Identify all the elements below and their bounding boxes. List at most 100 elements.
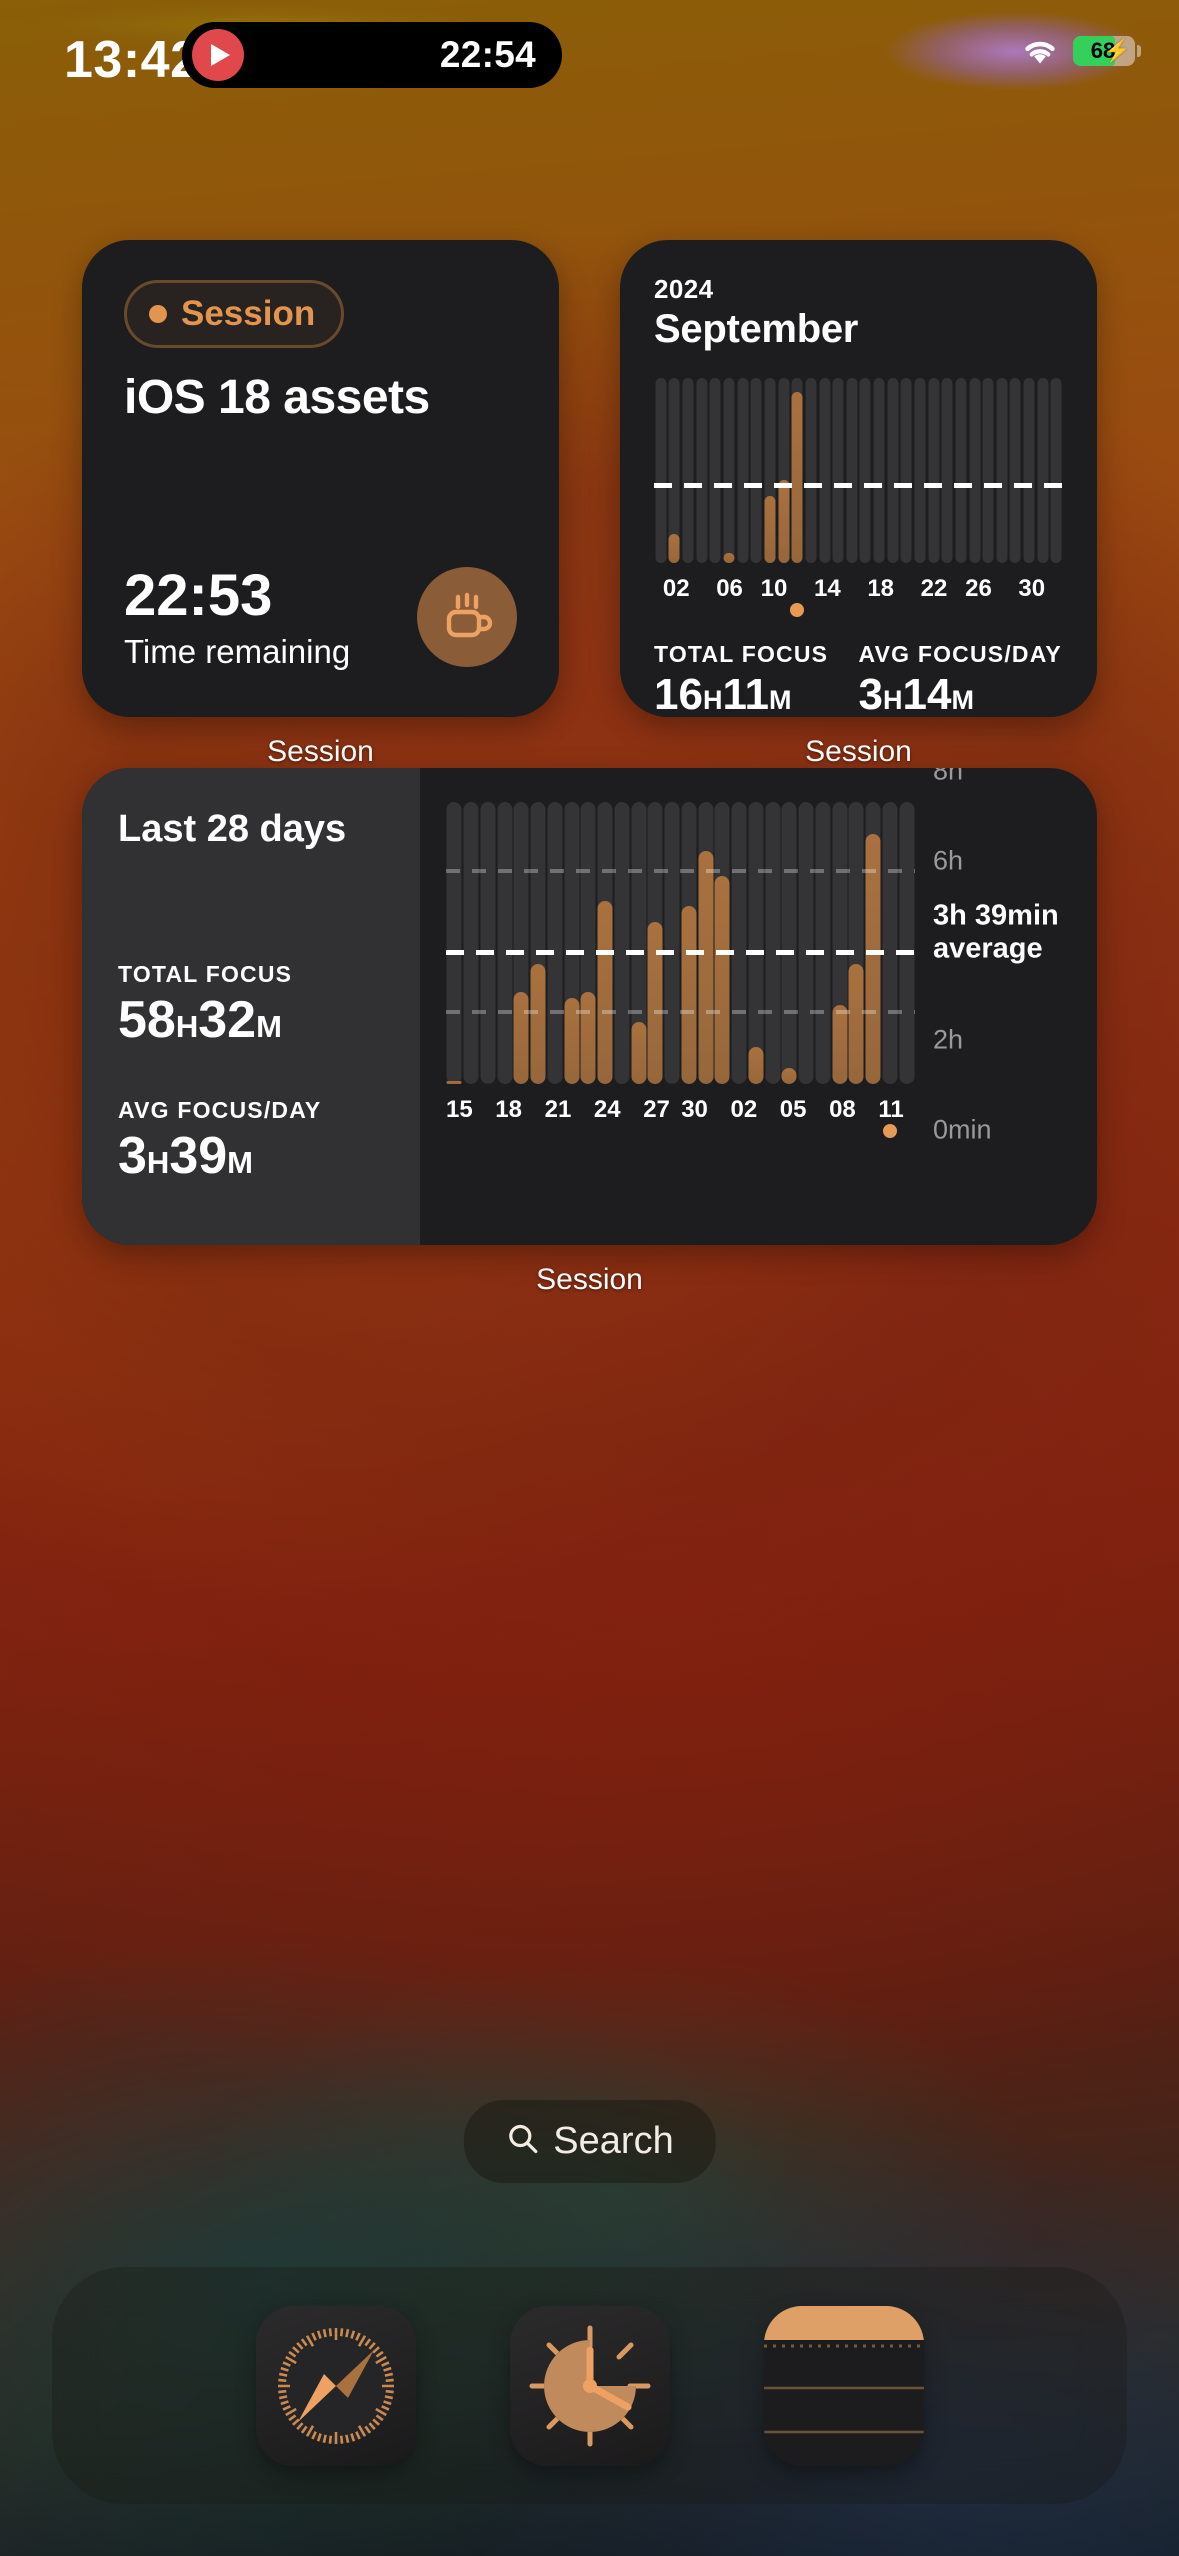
chart-bar <box>777 378 791 563</box>
month-bar-chart <box>654 378 1063 563</box>
widget-card[interactable]: Last 28 days TOTAL FOCUS 58H32M AVG FOCU… <box>82 768 1097 1245</box>
chart-bar <box>831 378 845 563</box>
x-axis-spacer <box>743 575 752 603</box>
x-axis-spacer <box>956 575 965 603</box>
today-marker-dot <box>790 603 804 617</box>
widget-last-28-days[interactable]: Last 28 days TOTAL FOCUS 58H32M AVG FOCU… <box>82 768 1097 1297</box>
widget-session-timer[interactable]: Session iOS 18 assets 22:53 Time remaini… <box>82 240 559 769</box>
chart-month: September <box>654 307 1063 352</box>
stat-total-focus: TOTAL FOCUS 16H11M <box>654 641 859 717</box>
x-axis-spacer <box>757 1096 768 1124</box>
y-axis-tick-2h: 2h <box>933 1025 963 1056</box>
chart-bar <box>995 378 1009 563</box>
x-axis-tick: 15 <box>446 1096 473 1124</box>
chart-bar <box>859 378 873 563</box>
x-axis-spacer <box>947 575 956 603</box>
chart-bar <box>981 378 995 563</box>
chart-bar <box>927 378 941 563</box>
coffee-cup-icon <box>417 567 517 667</box>
status-bar: 13:42 22:54 68 ⚡ <box>0 0 1179 120</box>
chart-bar <box>697 802 714 1084</box>
chart-bar <box>736 378 750 563</box>
dock-item-notes[interactable] <box>764 2306 924 2466</box>
x-axis-tick: 26 <box>965 575 992 603</box>
search-button[interactable]: Search <box>463 2100 715 2183</box>
x-axis-spacer <box>533 1096 544 1124</box>
x-axis-spacer <box>707 575 716 603</box>
chart-bar <box>664 802 681 1084</box>
average-line <box>446 950 915 955</box>
notes-icon <box>764 2453 924 2466</box>
x-axis-spacer <box>690 575 699 603</box>
stat-avg-focus-day: AVG FOCUS/DAY 3H14M <box>859 641 1064 717</box>
x-axis-spacer <box>1001 575 1010 603</box>
status-bar-clock: 13:42 <box>64 30 200 90</box>
widget-card[interactable]: 2024 September 0206101418222630 TOTAL FO… <box>620 240 1097 717</box>
widget-month-focus[interactable]: 2024 September 0206101418222630 TOTAL FO… <box>620 240 1097 769</box>
x-axis-spacer <box>621 1096 632 1124</box>
x-axis-spacer <box>719 1096 730 1124</box>
x-axis-spacer <box>805 575 814 603</box>
status-badge: Session <box>124 280 344 348</box>
chart-bar <box>845 378 859 563</box>
x-axis-tick: 14 <box>814 575 841 603</box>
widget-card[interactable]: Session iOS 18 assets 22:53 Time remaini… <box>82 240 559 717</box>
chart-gridline <box>446 1010 915 1014</box>
stat-value: 3H39M <box>118 1126 384 1186</box>
play-icon[interactable] <box>192 29 244 81</box>
chart-bar <box>900 378 914 563</box>
chart-bar <box>804 378 818 563</box>
x-axis-spacer <box>708 1096 719 1124</box>
average-line <box>654 483 1063 488</box>
x-axis-spacer <box>632 1096 643 1124</box>
chart-bar <box>580 802 597 1084</box>
x-axis-spacer <box>522 1096 533 1124</box>
chart-bar <box>480 802 497 1084</box>
chart-bar <box>681 378 695 563</box>
stat-avg-focus-day: AVG FOCUS/DAY 3H39M <box>118 1097 384 1207</box>
x-axis-tick: 02 <box>663 575 690 603</box>
chart-bar <box>681 802 698 1084</box>
chart-bar <box>940 378 954 563</box>
chart-bar <box>1050 378 1064 563</box>
x-axis-tick: 10 <box>761 575 788 603</box>
x-axis-tick: 27 <box>643 1096 670 1124</box>
x-axis-spacer <box>583 1096 594 1124</box>
search-label: Search <box>553 2120 673 2163</box>
widget-label: Session <box>620 735 1097 769</box>
time-remaining-value: 22:53 <box>124 566 350 627</box>
chart-bar <box>496 802 513 1084</box>
x-axis-spacer <box>796 575 805 603</box>
x-axis-tick: 22 <box>921 575 948 603</box>
chart-pane: 15182124273002050811 8h6h2h0min3h 39mina… <box>420 768 1097 1245</box>
x-axis-spacer <box>806 1096 817 1124</box>
chart-bar <box>781 802 798 1084</box>
x-axis-tick: 08 <box>829 1096 856 1124</box>
chart-bar <box>818 378 832 563</box>
x-axis-spacer <box>856 1096 867 1124</box>
x-axis-spacer <box>858 575 867 603</box>
dynamic-island[interactable]: 22:54 <box>182 22 562 88</box>
x-axis-tick: 18 <box>495 1096 522 1124</box>
chart-bar <box>530 802 547 1084</box>
dock-item-clock[interactable] <box>510 2306 670 2466</box>
chart-bar <box>865 802 882 1084</box>
stat-label: TOTAL FOCUS <box>118 961 384 988</box>
clock-icon <box>510 2453 670 2466</box>
chart-bar <box>790 378 804 563</box>
x-axis-spacer <box>903 575 912 603</box>
chart-bar <box>831 802 848 1084</box>
summary-title: Last 28 days <box>118 808 384 851</box>
x-axis-tick: 30 <box>1018 575 1045 603</box>
dock-item-safari[interactable] <box>256 2306 416 2466</box>
dock <box>52 2267 1127 2504</box>
chart-bar <box>709 378 723 563</box>
average-label-line-1: 3h 39min <box>933 900 1059 932</box>
chart-bar <box>848 802 865 1084</box>
status-badge-label: Session <box>181 294 315 334</box>
chart-bar <box>886 378 900 563</box>
chart-x-axis: 15182124273002050811 <box>446 1096 915 1124</box>
chart-bar <box>668 378 682 563</box>
y-axis-tick-0min: 0min <box>933 1115 992 1146</box>
chart-bar <box>446 802 463 1084</box>
